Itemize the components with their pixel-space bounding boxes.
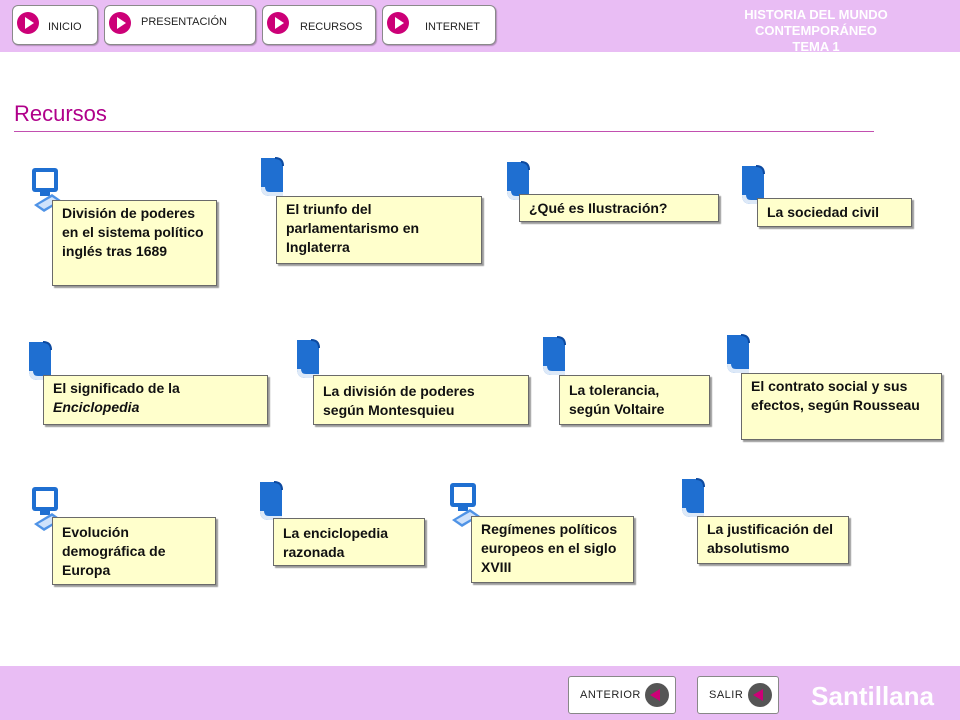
resource-link-triunfo-parlamentarismo[interactable]: El triunfo del parlamentarismo en Inglat… — [276, 196, 482, 264]
exit-button[interactable]: SALIR — [697, 676, 779, 714]
page-title: Recursos — [14, 101, 107, 126]
resource-link-regimenes-politicos[interactable]: Regímenes políticos europeos en el siglo… — [471, 516, 634, 583]
resource-link-que-es-ilustracion[interactable]: ¿Qué es Ilustración? — [519, 194, 719, 222]
play-arrow-icon — [17, 12, 39, 34]
resource-link-justificacion-absolutismo[interactable]: La justificación del absolutismo — [697, 516, 849, 564]
exit-button-label: SALIR — [709, 689, 744, 701]
book-icon[interactable] — [256, 156, 290, 198]
nav-button-presentacion[interactable]: PRESENTACIÓN — [104, 5, 256, 45]
resource-link-enciclopedia-razonada[interactable]: La enciclopedia razonada — [273, 518, 425, 566]
resource-link-division-poderes-inglaterra[interactable]: División de poderes en el sistema políti… — [52, 200, 217, 286]
book-icon[interactable] — [722, 333, 756, 375]
resource-link-voltaire[interactable]: La tolerancia, según Voltaire — [559, 375, 710, 425]
back-arrow-icon — [748, 683, 772, 707]
resource-link-significado-enciclopedia[interactable]: El significado de la Enciclopedia — [43, 375, 268, 425]
resource-link-montesquieu[interactable]: La división de poderes según Montesquieu — [313, 375, 529, 425]
play-arrow-icon — [109, 12, 131, 34]
brand-logo: Santillana — [811, 681, 934, 711]
resource-link-text: El significado de la — [53, 380, 180, 396]
play-arrow-icon — [387, 12, 409, 34]
play-arrow-icon — [267, 12, 289, 34]
previous-button-label: ANTERIOR — [580, 689, 641, 701]
app-title-line1: HISTORIA DEL MUNDO CONTEMPORÁNEO — [744, 7, 888, 38]
nav-label: INTERNET — [425, 21, 480, 33]
nav-button-recursos[interactable]: RECURSOS — [262, 5, 376, 45]
book-icon[interactable] — [538, 335, 572, 377]
previous-button[interactable]: ANTERIOR — [568, 676, 676, 714]
resource-link-text-italic: Enciclopedia — [53, 399, 140, 415]
book-icon[interactable] — [292, 338, 326, 380]
nav-label: INICIO — [48, 21, 82, 33]
book-icon[interactable] — [255, 480, 289, 522]
title-divider — [14, 131, 874, 132]
app-title-line2: TEMA 1 — [792, 39, 840, 54]
nav-label: PRESENTACIÓN — [141, 16, 227, 28]
resource-link-sociedad-civil[interactable]: La sociedad civil — [757, 198, 912, 227]
nav-button-internet[interactable]: INTERNET — [382, 5, 496, 45]
resource-link-evolucion-demografica[interactable]: Evolución demográfica de Europa — [52, 517, 216, 585]
book-icon[interactable] — [677, 477, 711, 519]
nav-label: RECURSOS — [300, 21, 363, 33]
nav-button-inicio[interactable]: INICIO — [12, 5, 98, 45]
resource-link-rousseau[interactable]: El contrato social y sus efectos, según … — [741, 373, 942, 440]
app-title: HISTORIA DEL MUNDO CONTEMPORÁNEO TEMA 1 — [686, 7, 946, 55]
back-arrow-icon — [645, 683, 669, 707]
